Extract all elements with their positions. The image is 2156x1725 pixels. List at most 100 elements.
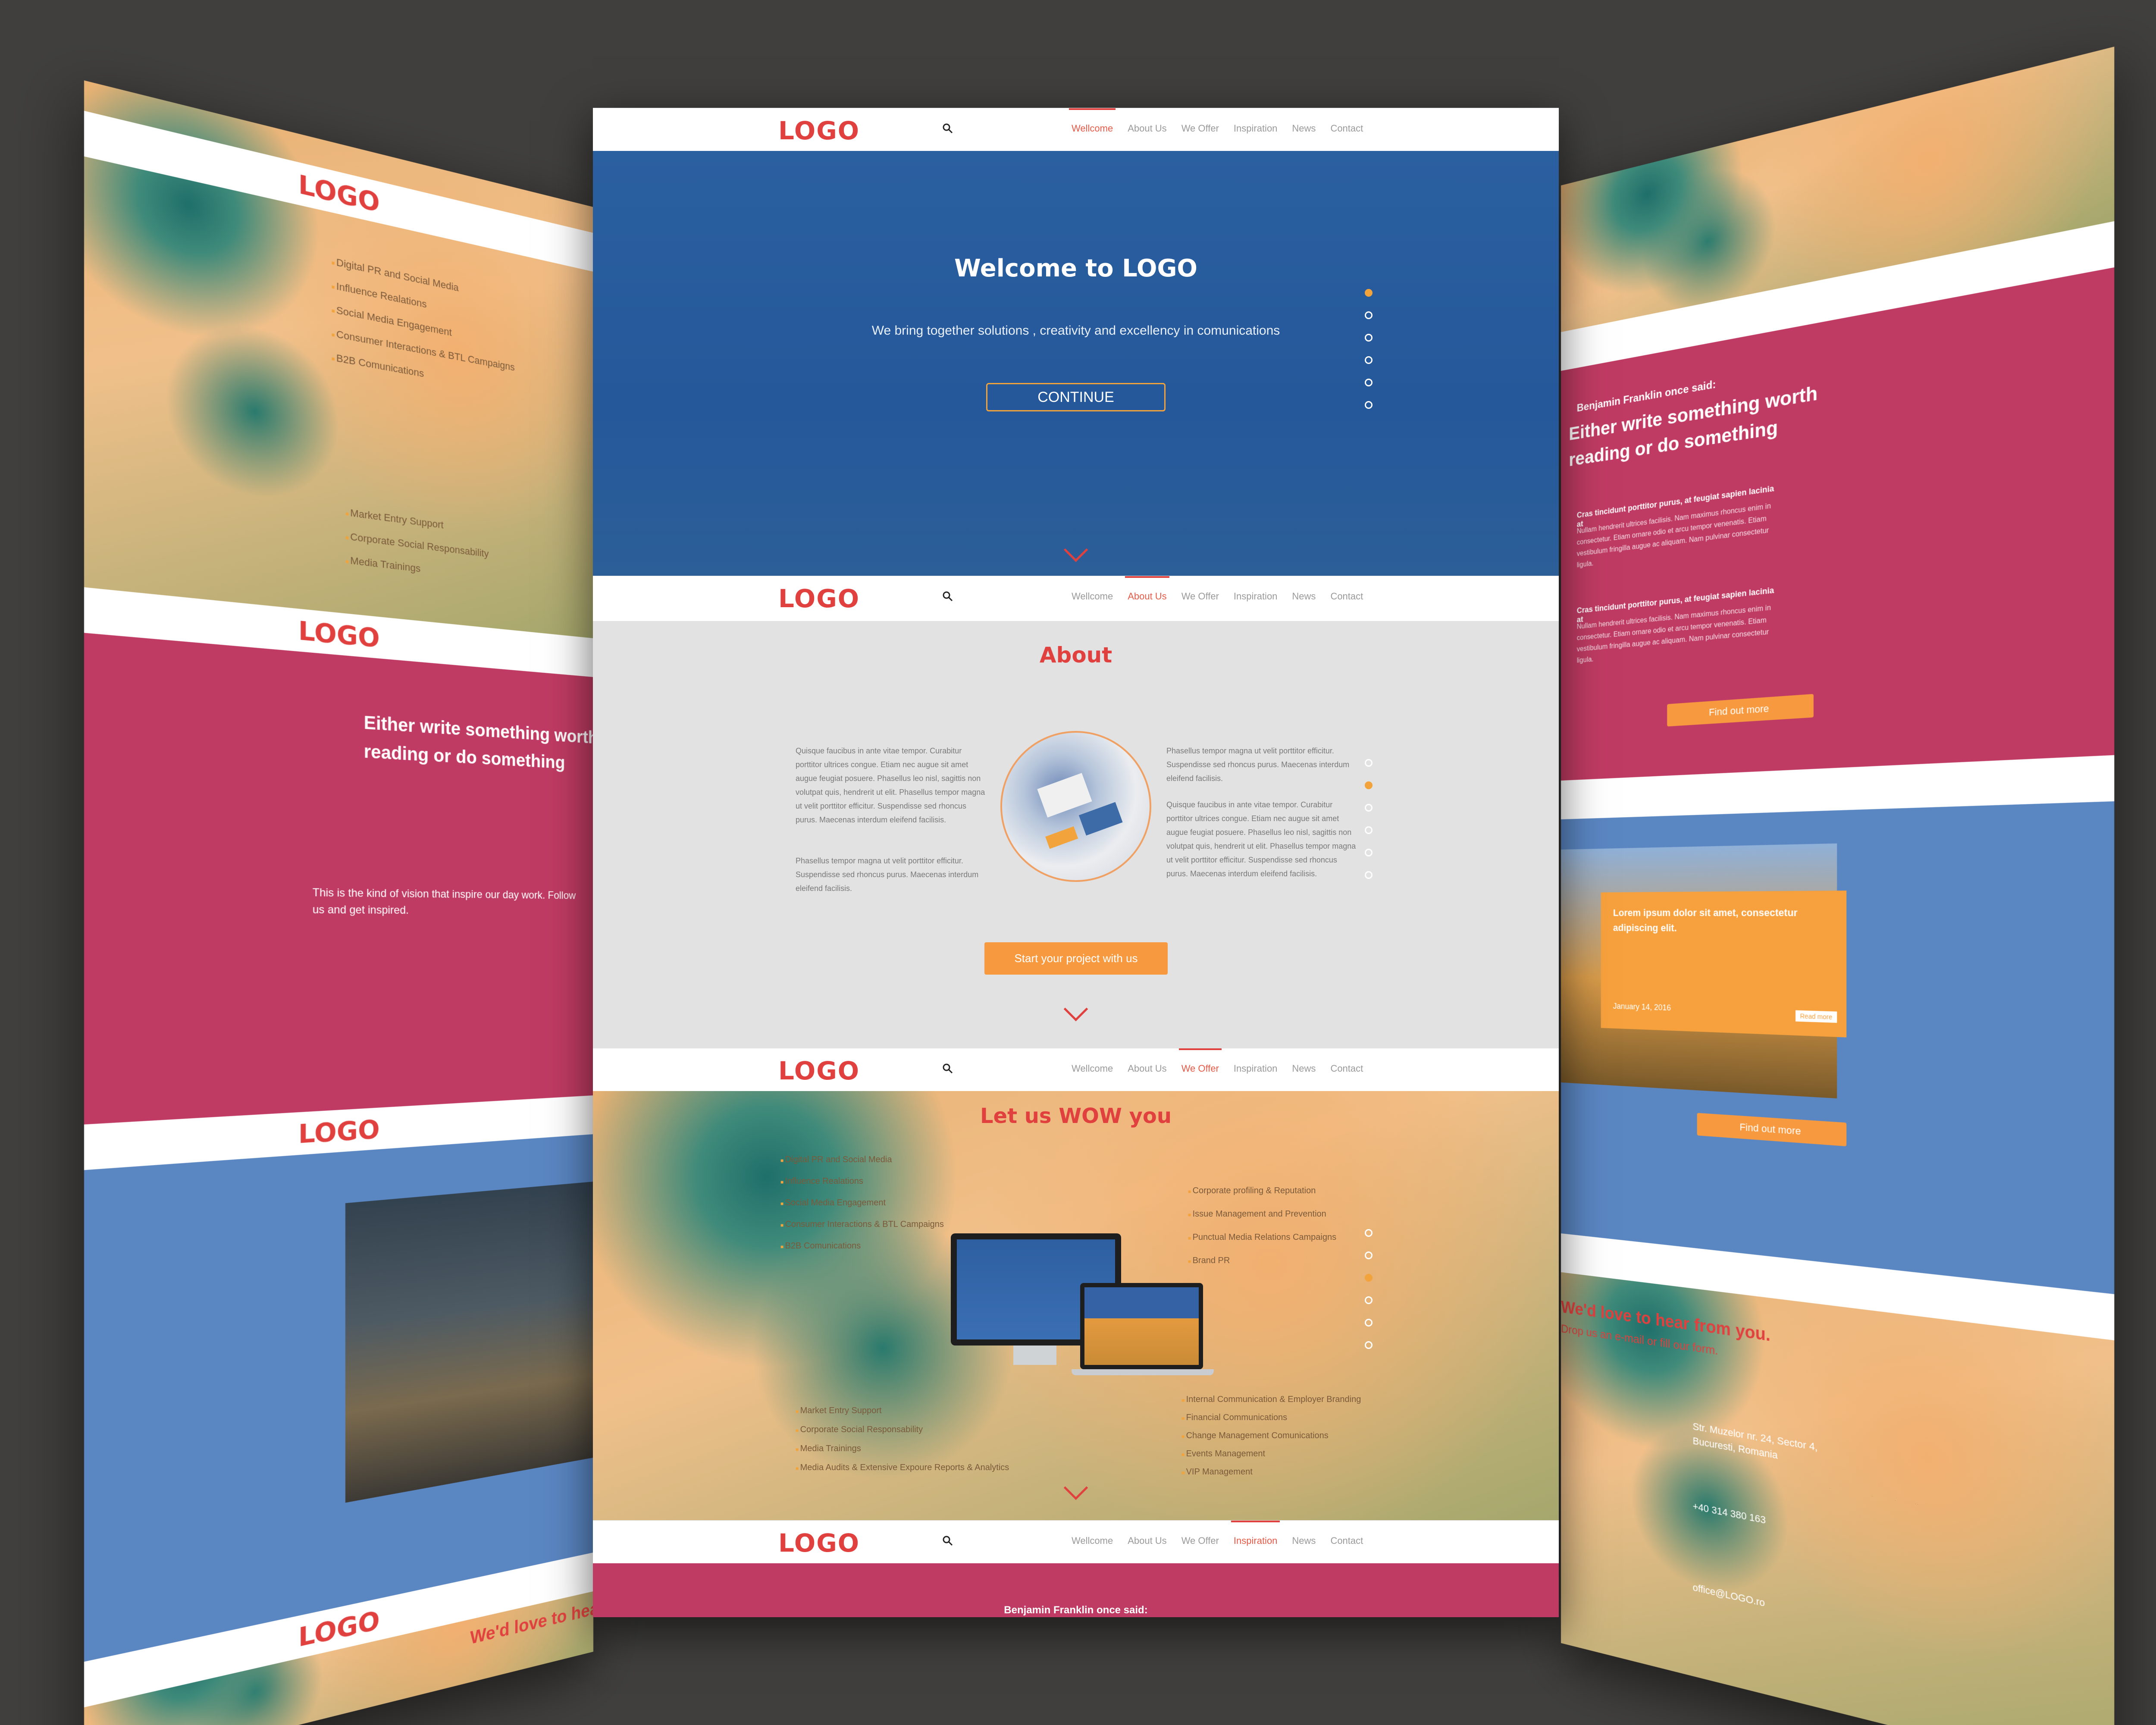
dot-indicator[interactable] bbox=[1365, 379, 1373, 386]
dot-indicator[interactable] bbox=[1365, 401, 1373, 409]
section-dots bbox=[1365, 1229, 1373, 1349]
nav-item-news[interactable]: News bbox=[1292, 591, 1316, 602]
about-nav: LOGO Wellcome About Us We Offer Inspirat… bbox=[593, 576, 1559, 619]
nav-item-contact[interactable]: Contact bbox=[1330, 1535, 1363, 1546]
list-item: Financial Communications bbox=[1181, 1409, 1361, 1427]
contact-email[interactable]: office@LOGO.ro bbox=[1693, 1581, 1765, 1609]
list-item: Corporate Social Responsability bbox=[796, 1421, 1009, 1440]
dot-indicator[interactable] bbox=[1365, 1251, 1373, 1259]
nav-item-news[interactable]: News bbox=[1292, 1535, 1316, 1546]
news-find-more-button[interactable]: Find out more bbox=[1697, 1113, 1847, 1147]
list-item: VIP Management bbox=[1181, 1463, 1361, 1481]
left-quote: Either write something worth reading or … bbox=[364, 712, 594, 773]
right-news-card[interactable]: Lorem ipsum dolor sit amet, consectetur … bbox=[1601, 891, 1847, 1038]
nav-item-wellcome[interactable]: Wellcome bbox=[1072, 1063, 1113, 1074]
nav-item-offer[interactable]: We Offer bbox=[1181, 123, 1219, 134]
nav-item-about[interactable]: About Us bbox=[1128, 123, 1167, 134]
list-item: Brand PR bbox=[1188, 1249, 1336, 1273]
nav-item-offer[interactable]: We Offer bbox=[1181, 591, 1219, 602]
dot-indicator[interactable] bbox=[1365, 1319, 1373, 1327]
about-col2-p2: Quisque faucibus in ante vitae tempor. C… bbox=[1166, 800, 1356, 878]
nav-item-wellcome[interactable]: Wellcome bbox=[1072, 1535, 1113, 1546]
hero-section: Welcome to LOGO We bring together soluti… bbox=[593, 151, 1559, 576]
about-col2-p1: Phasellus tempor magna ut velit porttito… bbox=[1166, 746, 1350, 783]
search-icon[interactable] bbox=[942, 1535, 953, 1546]
dot-indicator[interactable] bbox=[1365, 1274, 1373, 1282]
left-service-list-2: Market Entry Support Corporate Social Re… bbox=[345, 501, 489, 589]
nav-item-about[interactable]: About Us bbox=[1128, 1535, 1167, 1546]
chevron-down-icon[interactable] bbox=[1063, 1475, 1088, 1500]
logo[interactable]: LOGO bbox=[778, 1528, 860, 1558]
left-offer-section: LOGO Digital PR and Social Media Influen… bbox=[84, 80, 594, 638]
nav-item-about[interactable]: About Us bbox=[1128, 1063, 1167, 1074]
dot-indicator[interactable] bbox=[1365, 1341, 1373, 1349]
chevron-down-icon[interactable] bbox=[1063, 537, 1088, 562]
list-item: Punctual Media Relations Campaigns bbox=[1188, 1226, 1337, 1249]
start-project-button[interactable]: Start your project with us bbox=[984, 942, 1168, 975]
left-nav-1: LOGO bbox=[84, 110, 594, 272]
services-list-right-bottom: Internal Communication & Employer Brandi… bbox=[1181, 1391, 1361, 1481]
nav-item-contact[interactable]: Contact bbox=[1330, 123, 1363, 134]
dot-indicator[interactable] bbox=[1365, 804, 1373, 812]
about-title: About bbox=[1039, 643, 1112, 668]
nav-item-inspiration[interactable]: Inspiration bbox=[1234, 1063, 1278, 1074]
list-item: Social Media Engagement bbox=[780, 1192, 944, 1214]
dot-indicator[interactable] bbox=[1365, 311, 1373, 319]
list-item: Issue Management and Prevention bbox=[1188, 1203, 1336, 1226]
nav-item-wellcome[interactable]: Wellcome bbox=[1069, 108, 1116, 134]
search-icon[interactable] bbox=[942, 123, 953, 134]
nav-item-contact[interactable]: Contact bbox=[1330, 1063, 1363, 1074]
offer-section: Let us WOW you Digital PR and Social Med… bbox=[593, 1091, 1559, 1520]
nav-item-inspiration[interactable]: Inspiration bbox=[1234, 591, 1278, 602]
right-preview-panel: Benjamin Franklin once said: Either writ… bbox=[1561, 47, 2115, 1725]
news-card-date: January 14, 2016 bbox=[1613, 1001, 1671, 1013]
main-menu: Wellcome About Us We Offer Inspiration N… bbox=[1072, 576, 1363, 602]
dot-indicator[interactable] bbox=[1365, 849, 1373, 856]
top-nav: LOGO Wellcome About Us We Offer Inspirat… bbox=[593, 108, 1559, 151]
left-inspiration-section: LOGO Either write something worth readin… bbox=[84, 587, 594, 1125]
read-more-button[interactable]: Read more bbox=[1795, 1010, 1837, 1023]
right-contact-section: We'd love to hear from you. Drop us an e… bbox=[1561, 1233, 2115, 1725]
dot-indicator[interactable] bbox=[1365, 759, 1373, 767]
search-icon[interactable] bbox=[942, 591, 953, 602]
continue-button[interactable]: CONTINUE bbox=[986, 383, 1166, 411]
left-city-image bbox=[345, 1182, 593, 1503]
logo[interactable]: LOGO bbox=[778, 116, 860, 145]
dot-indicator[interactable] bbox=[1365, 871, 1373, 879]
list-item: Market Entry Support bbox=[796, 1402, 1009, 1421]
nav-item-about[interactable]: About Us bbox=[1125, 576, 1169, 602]
search-icon[interactable] bbox=[942, 1063, 953, 1074]
nav-item-news[interactable]: News bbox=[1292, 1063, 1316, 1074]
dot-indicator[interactable] bbox=[1365, 826, 1373, 834]
nav-item-offer[interactable]: We Offer bbox=[1181, 1535, 1219, 1546]
nav-item-contact[interactable]: Contact bbox=[1330, 591, 1363, 602]
offer-nav: LOGO Wellcome About Us We Offer Inspirat… bbox=[593, 1048, 1559, 1091]
dot-indicator[interactable] bbox=[1365, 781, 1373, 789]
list-item: Media Audits & Extensive Expoure Reports… bbox=[796, 1458, 1009, 1477]
dot-indicator[interactable] bbox=[1365, 356, 1373, 364]
chevron-down-icon[interactable] bbox=[1063, 997, 1088, 1022]
hero-title: Welcome to LOGO bbox=[954, 254, 1198, 282]
logo[interactable]: LOGO bbox=[778, 584, 860, 613]
services-list-right-top: Corporate profiling & Reputation Issue M… bbox=[1188, 1179, 1337, 1273]
inspiration-section: Benjamin Franklin once said: bbox=[593, 1563, 1559, 1617]
main-menu: Wellcome About Us We Offer Inspiration N… bbox=[1072, 1521, 1363, 1546]
nav-item-news[interactable]: News bbox=[1292, 123, 1316, 134]
about-col1-p2: Phasellus tempor magna ut velit porttito… bbox=[796, 856, 979, 893]
logo[interactable]: LOGO bbox=[778, 1056, 860, 1085]
main-page-mockup: LOGO Wellcome About Us We Offer Inspirat… bbox=[593, 108, 1559, 1617]
laptop-mockup bbox=[1080, 1283, 1203, 1369]
left-logo-3: LOGO bbox=[298, 1114, 380, 1150]
nav-item-inspiration[interactable]: Inspiration bbox=[1234, 123, 1278, 134]
right-find-more-button[interactable]: Find out more bbox=[1667, 694, 1814, 727]
team-photo bbox=[1000, 731, 1151, 882]
dot-indicator[interactable] bbox=[1365, 1296, 1373, 1304]
about-col1-p1: Quisque faucibus in ante vitae tempor. C… bbox=[796, 746, 985, 824]
dot-indicator[interactable] bbox=[1365, 334, 1373, 342]
dot-indicator[interactable] bbox=[1365, 1229, 1373, 1237]
nav-item-offer[interactable]: We Offer bbox=[1178, 1048, 1222, 1074]
left-logo: LOGO bbox=[298, 169, 380, 219]
nav-item-inspiration[interactable]: Inspiration bbox=[1231, 1521, 1280, 1546]
nav-item-wellcome[interactable]: Wellcome bbox=[1072, 591, 1113, 602]
dot-indicator[interactable] bbox=[1365, 289, 1373, 297]
